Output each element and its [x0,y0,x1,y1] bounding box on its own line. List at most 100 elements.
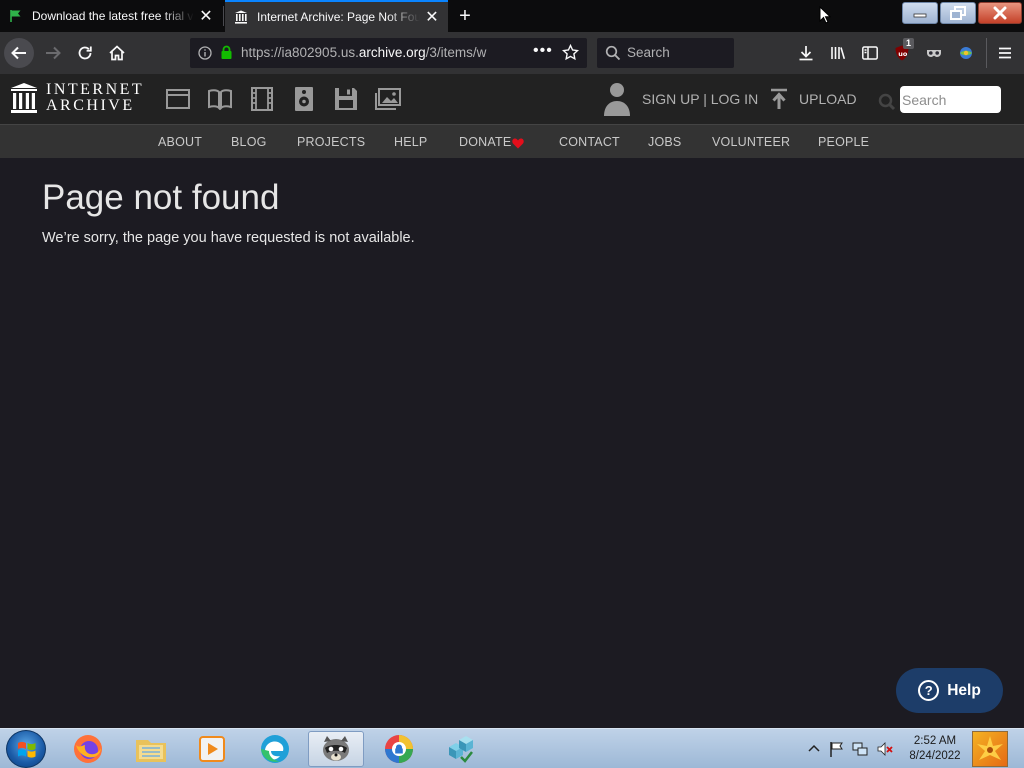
video-icon[interactable] [248,86,276,112]
url-prefix: https://ia802905.us. [241,45,359,60]
tab-title: Download the latest free trial v [32,9,194,23]
search-icon[interactable] [878,93,896,111]
menu-icon[interactable] [995,43,1015,63]
search-icon [605,45,621,61]
archive-building-icon [11,83,37,113]
close-window-button[interactable] [978,2,1022,24]
web-icon[interactable] [164,86,192,112]
file-explorer-icon[interactable] [123,731,179,767]
firefox-icon[interactable] [60,731,116,767]
question-icon: ? [918,680,940,701]
tab-download-trial[interactable]: Download the latest free trial v ✕ [0,0,222,32]
green-flag-icon [8,8,24,24]
nav-jobs[interactable]: JOBS [648,135,681,149]
flower-image-icon [977,736,1003,760]
nav-projects[interactable]: PROJECTS [297,135,365,149]
help-button[interactable]: ? Help [896,668,1003,713]
volume-muted-icon[interactable] [877,741,893,757]
ublock-origin-icon[interactable]: uo 1 [892,38,915,63]
lock-icon[interactable] [220,45,233,60]
extension-globe-icon[interactable] [956,43,976,63]
logo-line-2: ARCHIVE [46,97,135,114]
tab-internet-archive[interactable]: Internet Archive: Page Not Fou ✕ [225,0,448,32]
raccoon-app-icon[interactable] [308,731,364,767]
clock-time: 2:52 AM [913,735,957,747]
minimize-button[interactable] [902,2,938,24]
home-icon [109,45,125,61]
archive-icon [233,9,249,25]
reload-button[interactable] [70,38,100,68]
user-icon[interactable] [603,82,631,116]
url-text[interactable]: https://ia802905.us.archive.org/3/items/… [241,45,496,60]
restore-icon [950,6,966,20]
ia-logo[interactable]: INTERNET ARCHIVE [10,82,144,114]
system-clock[interactable]: 2:52 AM 8/24/2022 [902,734,968,764]
windows-logo-icon [18,741,36,758]
url-bar[interactable]: https://ia802905.us.archive.org/3/items/… [190,38,587,68]
upload-icon[interactable] [769,88,789,110]
page-actions-icon[interactable]: ••• [533,42,553,60]
page-content: Page not found We’re sorry, the page you… [0,158,1024,728]
browser-toolbar: https://ia802905.us.archive.org/3/items/… [0,32,1024,74]
network-icon[interactable] [852,741,868,757]
images-icon[interactable] [374,86,402,112]
nav-volunteer[interactable]: VOLUNTEER [712,135,790,149]
start-button[interactable] [6,730,46,768]
ublock-badge: 1 [903,38,915,49]
tab-title: Internet Archive: Page Not Fou [257,10,420,24]
nav-people[interactable]: PEOPLE [818,135,869,149]
cubes-app-icon[interactable] [433,731,489,767]
tray-expand-icon[interactable] [806,741,822,757]
page-title: Page not found [42,178,280,217]
close-icon[interactable]: ✕ [420,5,444,29]
downloads-icon[interactable] [796,43,816,63]
heart-icon [512,138,524,149]
search-placeholder: Search [627,45,670,60]
tab-bar: Download the latest free trial v ✕ Inter… [0,0,1024,32]
library-icon[interactable] [828,43,848,63]
nav-donate[interactable]: DONATE [459,135,511,149]
nav-about[interactable]: ABOUT [158,135,202,149]
texts-icon[interactable] [206,86,234,112]
nav-help[interactable]: HELP [394,135,427,149]
user-picture-tile[interactable] [972,731,1008,767]
close-icon[interactable]: ✕ [194,4,218,28]
sidebar-icon[interactable] [860,43,880,63]
url-path: /3/items/w [425,45,487,60]
mouse-cursor-icon [819,6,831,24]
ia-search-input[interactable] [900,86,1001,113]
edge-icon[interactable] [247,731,303,767]
url-host: archive.org [358,45,426,60]
back-button[interactable] [4,38,34,68]
security-shield-icon[interactable] [371,731,427,767]
reload-icon [78,46,92,60]
ia-logo-text: INTERNET ARCHIVE [46,82,144,114]
signup-login-link[interactable]: SIGN UP | LOG IN [642,91,758,107]
ia-header: INTERNET ARCHIVE SIGN UP | LOG IN UPLOAD [0,74,1024,124]
back-arrow-icon [11,46,26,60]
nav-blog[interactable]: BLOG [231,135,267,149]
windows-taskbar: 2:52 AM 8/24/2022 [0,728,1024,768]
close-icon [993,6,1007,20]
new-tab-button[interactable]: + [452,3,478,29]
toolbar-separator [986,38,987,68]
error-message: We’re sorry, the page you have requested… [42,230,415,246]
restore-button[interactable] [940,2,976,24]
svg-text:uo: uo [898,50,908,58]
media-player-icon[interactable] [184,731,240,767]
software-icon[interactable] [332,86,360,112]
nav-contact[interactable]: CONTACT [559,135,620,149]
forward-button[interactable] [38,38,68,68]
bookmark-star-icon[interactable] [562,44,579,61]
help-label: Help [947,681,981,699]
action-center-flag-icon[interactable] [829,741,845,757]
extension-mask-icon[interactable] [924,43,944,63]
clock-date: 8/24/2022 [909,750,961,762]
home-button[interactable] [102,38,132,68]
upload-link[interactable]: UPLOAD [799,91,857,107]
forward-arrow-icon [46,46,61,60]
audio-icon[interactable] [290,86,318,112]
browser-search-box[interactable]: Search [597,38,734,68]
tab-divider [223,6,224,26]
info-icon[interactable] [198,46,212,60]
